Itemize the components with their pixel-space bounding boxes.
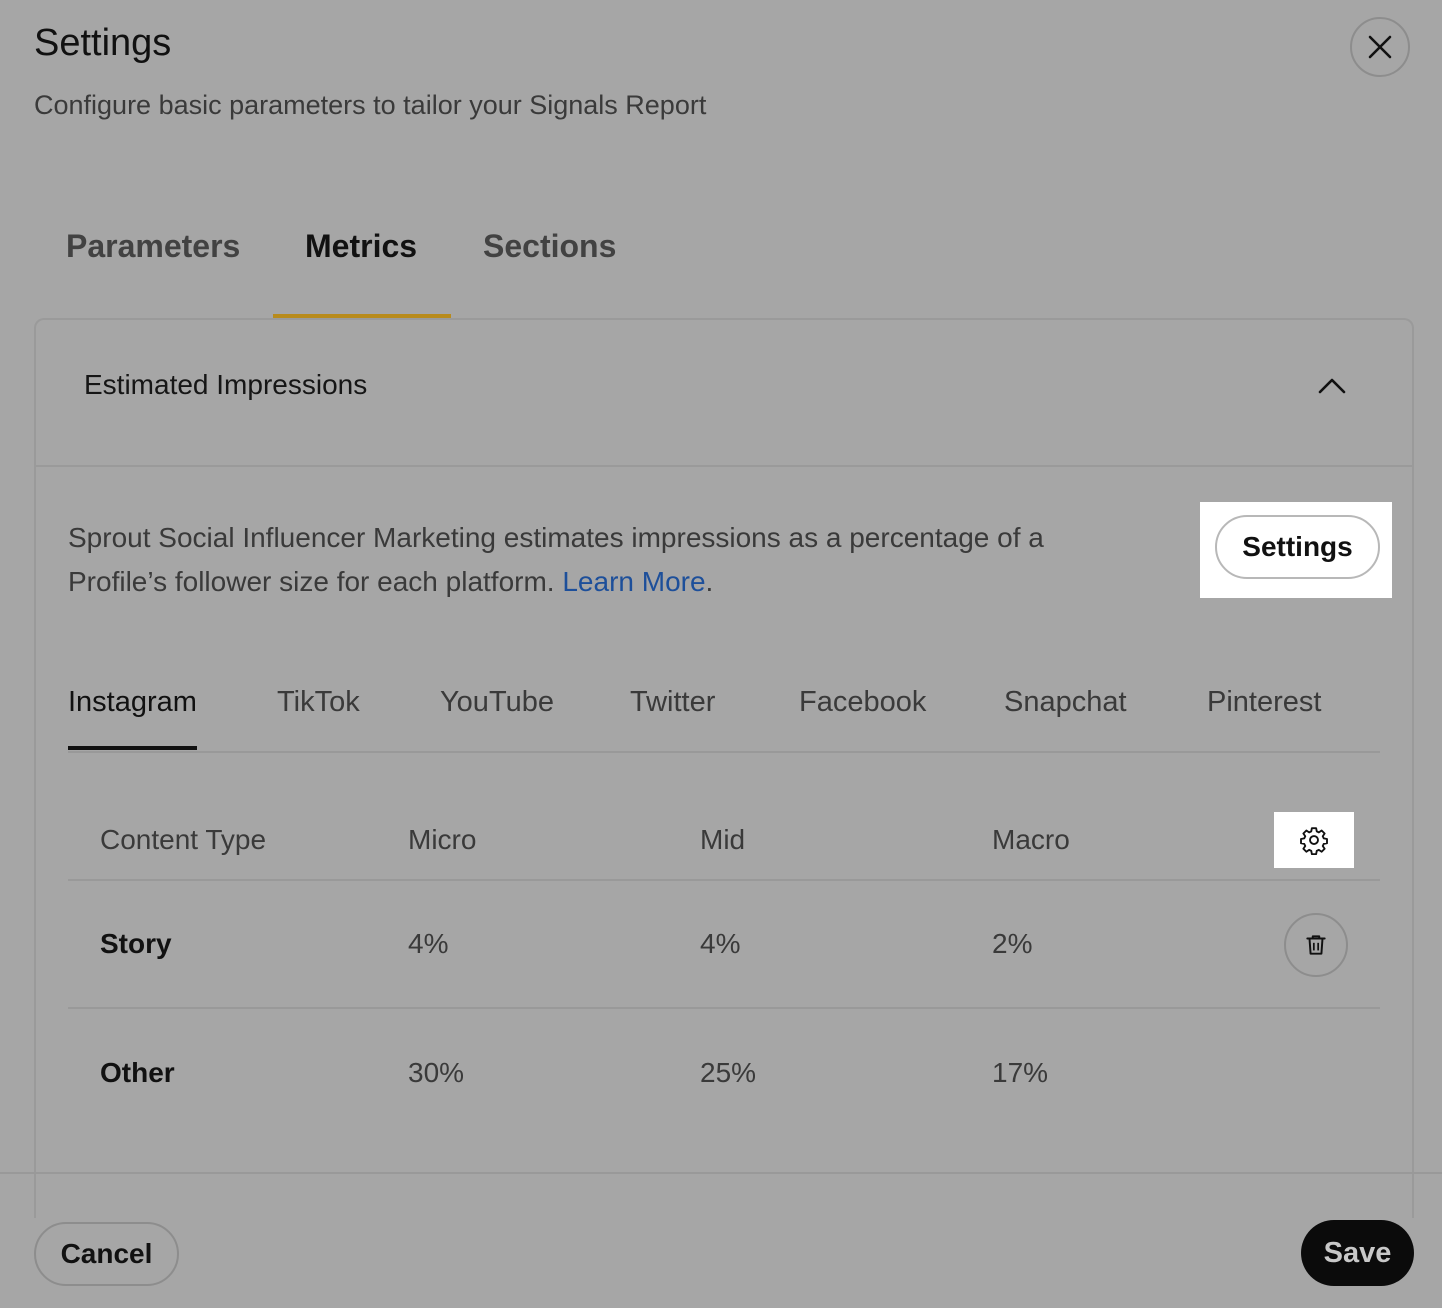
description-text: Sprout Social Influencer Marketing estim…: [68, 522, 1044, 597]
column-header-micro: Micro: [408, 824, 477, 855]
tab-parameters[interactable]: Parameters: [66, 228, 240, 265]
cancel-button[interactable]: Cancel: [34, 1222, 179, 1286]
table-cell-macro: 17%: [992, 1057, 1049, 1088]
divider: [68, 1007, 1380, 1009]
tab-sections[interactable]: Sections: [483, 228, 616, 265]
divider: [68, 751, 1380, 753]
footer-divider: [0, 1172, 1442, 1174]
table-cell-micro: 4%: [408, 928, 449, 959]
chevron-up-icon[interactable]: [1312, 366, 1352, 402]
trash-icon: [1306, 935, 1326, 955]
table-cell-mid: 25%: [700, 1057, 757, 1088]
column-header-macro: Macro: [992, 824, 1070, 855]
learn-more-link[interactable]: Learn More: [562, 566, 705, 597]
close-icon: [1368, 35, 1392, 59]
save-button[interactable]: Save: [1301, 1220, 1414, 1286]
platform-tab-facebook[interactable]: Facebook: [799, 686, 926, 719]
dialog-subtitle: Configure basic parameters to tailor you…: [34, 90, 707, 120]
platform-tab-pinterest[interactable]: Pinterest: [1207, 686, 1321, 719]
panel-title: Estimated Impressions: [84, 369, 368, 400]
close-button[interactable]: [1350, 17, 1410, 77]
dialog-title: Settings: [34, 22, 172, 64]
gear-icon: [1300, 827, 1328, 855]
table-cell-macro: 2%: [992, 928, 1033, 959]
delete-row-button[interactable]: [1284, 913, 1348, 977]
table-cell-content-type: Other: [100, 1057, 175, 1088]
platform-tab-snapchat[interactable]: Snapchat: [1004, 686, 1127, 719]
active-platform-indicator: [68, 746, 197, 750]
platform-tab-youtube[interactable]: YouTube: [440, 686, 554, 719]
tab-metrics[interactable]: Metrics: [305, 228, 417, 265]
description-period: .: [705, 566, 714, 597]
panel-description: Sprout Social Influencer Marketing estim…: [68, 516, 1148, 604]
table-cell-micro: 30%: [408, 1057, 465, 1088]
table-cell-content-type: Story: [100, 928, 172, 959]
divider: [36, 465, 1412, 467]
divider: [68, 879, 1380, 881]
platform-tab-instagram[interactable]: Instagram: [68, 686, 197, 719]
table-cell-mid: 4%: [700, 928, 741, 959]
column-header-content-type: Content Type: [100, 824, 267, 855]
platform-tab-tiktok[interactable]: TikTok: [277, 686, 360, 719]
column-settings-button[interactable]: [1274, 812, 1354, 868]
platform-tab-twitter[interactable]: Twitter: [630, 686, 715, 719]
settings-button[interactable]: Settings: [1215, 515, 1380, 579]
column-header-mid: Mid: [700, 824, 746, 855]
